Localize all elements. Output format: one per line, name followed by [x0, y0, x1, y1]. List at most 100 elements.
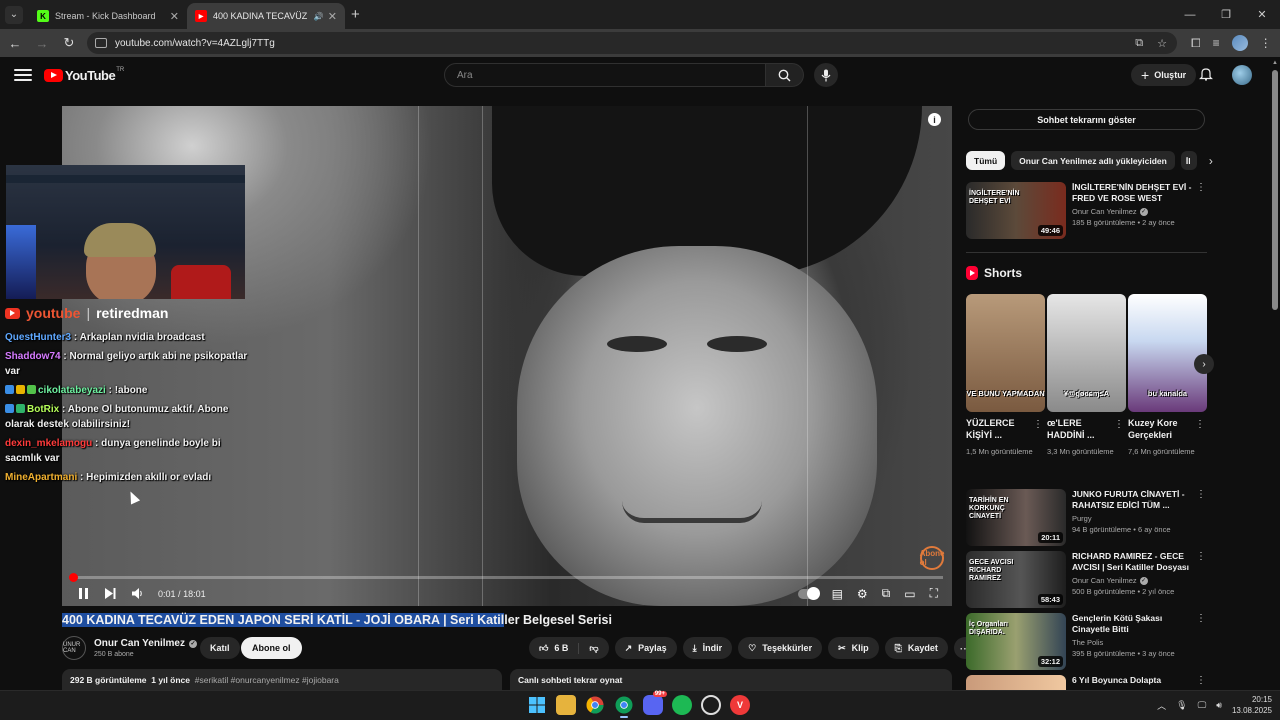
search-button[interactable] [766, 63, 804, 87]
scroll-up-icon[interactable]: ▲ [1272, 60, 1278, 66]
tab-kick-dashboard[interactable]: K Stream - Kick Dashboard ✕ [29, 3, 187, 29]
autoplay-toggle[interactable] [797, 586, 820, 600]
file-explorer-icon[interactable] [556, 695, 576, 715]
windows-start-icon[interactable] [527, 695, 547, 715]
dislike-button[interactable]: 👎︎ [579, 643, 608, 654]
theater-mode-icon[interactable]: ▭ [904, 584, 915, 604]
short-video[interactable]: VE BUNU YAPMADAN YÜZLERCE KİŞİYİ ... 1,5 M… [966, 294, 1045, 457]
close-tab-icon[interactable]: ✕ [328, 10, 337, 23]
subtitles-icon[interactable]: ▤ [832, 584, 843, 604]
scrollbar[interactable]: ▲ [1272, 60, 1278, 690]
close-window-icon[interactable]: ✕ [1244, 0, 1280, 29]
more-options-icon[interactable]: ⋮ [1033, 419, 1043, 430]
video-thumbnail[interactable]: İNGİLTERE'NİN DEHŞET EVİ 49:46 [966, 182, 1066, 239]
bookmark-star-icon[interactable]: ☆ [1157, 37, 1167, 50]
close-tab-icon[interactable]: ✕ [170, 10, 179, 23]
forward-icon[interactable]: → [30, 31, 54, 55]
share-button[interactable]: ↗ Paylaş [614, 637, 677, 659]
video-duration: 32:12 [1037, 656, 1063, 667]
like-button[interactable]: 👍︎ 6 B [529, 642, 580, 654]
voice-search-button[interactable] [814, 63, 838, 87]
short-thumbnail[interactable]: VE BUNU YAPMADAN [966, 294, 1045, 412]
progress-bar[interactable] [69, 573, 943, 582]
extensions-icon[interactable]: ⧠ [1191, 36, 1201, 51]
youtube-logo[interactable]: YouTube TR [44, 67, 124, 83]
spotify-icon[interactable] [672, 695, 692, 715]
next-video-icon[interactable] [105, 584, 116, 604]
pause-icon[interactable] [78, 584, 89, 604]
channel-name[interactable]: Onur Can Yenilmez [94, 638, 185, 649]
clip-button[interactable]: ✂ Klip [828, 637, 879, 659]
join-button[interactable]: Katıl [200, 637, 240, 659]
search-input[interactable]: Ara [444, 63, 766, 87]
account-avatar[interactable] [1232, 65, 1252, 85]
address-bar[interactable]: youtube.com/watch?v=4AZLglj7TTg ⧉ ☆ [87, 32, 1177, 54]
settings-gear-icon[interactable]: ⚙ [857, 584, 868, 604]
short-video[interactable]: bu kanalda Kuzey Kore Gerçekleri 7,6 Mn gö… [1128, 294, 1207, 457]
discord-icon[interactable]: 99+ [643, 691, 667, 715]
clock[interactable]: 20:15 13.08.2025 [1232, 694, 1272, 716]
volume-tray-icon[interactable]: 🔊︎ [1216, 700, 1222, 711]
restore-icon[interactable]: ❐ [1208, 0, 1244, 29]
save-button[interactable]: ⎘ Kaydet [884, 637, 948, 659]
create-button[interactable]: + Oluştur [1131, 64, 1197, 86]
short-thumbnail[interactable]: bu kanalda [1128, 294, 1207, 412]
video-thumbnail[interactable]: İç Organları DIŞARIDA. 32:12 [966, 613, 1066, 670]
thumbs-up-icon: 👍︎ [539, 642, 549, 653]
recommended-video[interactable]: İç Organları DIŞARIDA. 32:12 Gençlerin Köt… [966, 613, 1206, 671]
video-title: 400 KADINA TECAVÜZ EDEN JAPON SERİ KATİL… [62, 613, 612, 627]
short-video[interactable]: ¥@ɠøɞɕɱ≤A œ'LERE HADDİNİ ... 3,3 Mn görünt… [1047, 294, 1126, 457]
chip-from-uploader[interactable]: Onur Can Yenilmez adlı yükleyiciden [1011, 151, 1175, 170]
recommended-video[interactable]: İNGİLTERE'NİN DEHŞET EVİ 49:46 İNGİLTERE'N… [966, 182, 1206, 240]
vivaldi-icon[interactable]: V [730, 695, 750, 715]
chrome-active-icon[interactable] [614, 695, 634, 718]
miniplayer-icon[interactable]: ⧉ [882, 584, 891, 604]
cast-icon[interactable]: ⧉ [1135, 37, 1143, 50]
tray-chevron-up-icon[interactable]: ︿ [1157, 699, 1166, 712]
chrome-icon[interactable] [585, 695, 605, 715]
fullscreen-icon[interactable]: ⛶ [930, 584, 938, 604]
scrollbar-thumb[interactable] [1272, 70, 1278, 310]
subscribe-button[interactable]: Abone ol [241, 637, 302, 659]
site-info-icon[interactable] [95, 38, 107, 48]
chevron-right-icon[interactable]: › [1209, 154, 1213, 168]
video-thumbnail[interactable]: GECE AVCISI RICHARD RAMIREZ 58:43 [966, 551, 1066, 608]
back-icon[interactable]: ← [3, 31, 27, 55]
browser-menu-icon[interactable]: ⋮ [1260, 36, 1272, 50]
more-options-icon[interactable]: ⋮ [1196, 551, 1206, 609]
notifications-bell-icon[interactable] [1199, 67, 1213, 81]
thumbnail-caption: ¥@ɠøɞɕɱ≤A [1063, 389, 1110, 398]
chip-all[interactable]: Tümü [966, 151, 1006, 170]
shorts-next-icon[interactable]: › [1194, 354, 1214, 374]
profile-avatar[interactable] [1231, 35, 1248, 51]
short-thumbnail[interactable]: ¥@ɠøɞɕɱ≤A [1047, 294, 1126, 412]
reload-icon[interactable]: ↻ [57, 31, 81, 55]
info-icon[interactable]: i [928, 113, 941, 126]
download-button[interactable]: ⤓ İndir [682, 637, 733, 659]
more-options-icon[interactable]: ⋮ [1195, 419, 1205, 430]
video-thumbnail[interactable]: TARİHİN EN KORKUNÇ CİNAYETİ 20:11 [966, 489, 1066, 546]
tab-search-icon[interactable]: ⌄ [5, 5, 23, 24]
recommended-video[interactable]: GECE AVCISI RICHARD RAMIREZ 58:43 RICHARD … [966, 551, 1206, 609]
volume-icon[interactable] [132, 584, 144, 604]
chat-message: dexin_mkelamogu : dunya genelinde boyle … [5, 438, 221, 464]
recommended-video[interactable]: TARİHİN EN KORKUNÇ CİNAYETİ 20:11 JUNKO FU… [966, 489, 1206, 547]
more-options-icon[interactable]: ⋮ [1196, 613, 1206, 671]
chip-related[interactable]: İl [1180, 151, 1197, 170]
minimize-icon[interactable]: — [1172, 0, 1208, 29]
mic-tray-icon[interactable]: 🎙︎ [1176, 700, 1187, 711]
media-controls-icon[interactable]: ≡ [1213, 36, 1220, 50]
network-icon[interactable]: 🖵︎ [1198, 700, 1207, 711]
menu-icon[interactable] [14, 69, 32, 81]
tab-youtube-video[interactable]: ▶ 400 KADINA TECAVÜZ EDEN 🔊 ✕ [187, 3, 345, 29]
thanks-button[interactable]: ♡ Teşekkürler [738, 637, 823, 659]
show-chat-replay-button[interactable]: Sohbet tekrarını göster [968, 109, 1205, 130]
subscribe-watermark[interactable]: Abone ol [920, 546, 944, 570]
speaker-icon[interactable]: 🔊 [314, 12, 324, 21]
more-options-icon[interactable]: ⋮ [1114, 419, 1124, 430]
channel-avatar[interactable]: UNUR CAN [62, 636, 86, 660]
more-options-icon[interactable]: ⋮ [1196, 182, 1206, 240]
new-tab-button[interactable]: + [351, 6, 360, 23]
more-options-icon[interactable]: ⋮ [1196, 489, 1206, 547]
obs-icon[interactable] [701, 695, 721, 715]
